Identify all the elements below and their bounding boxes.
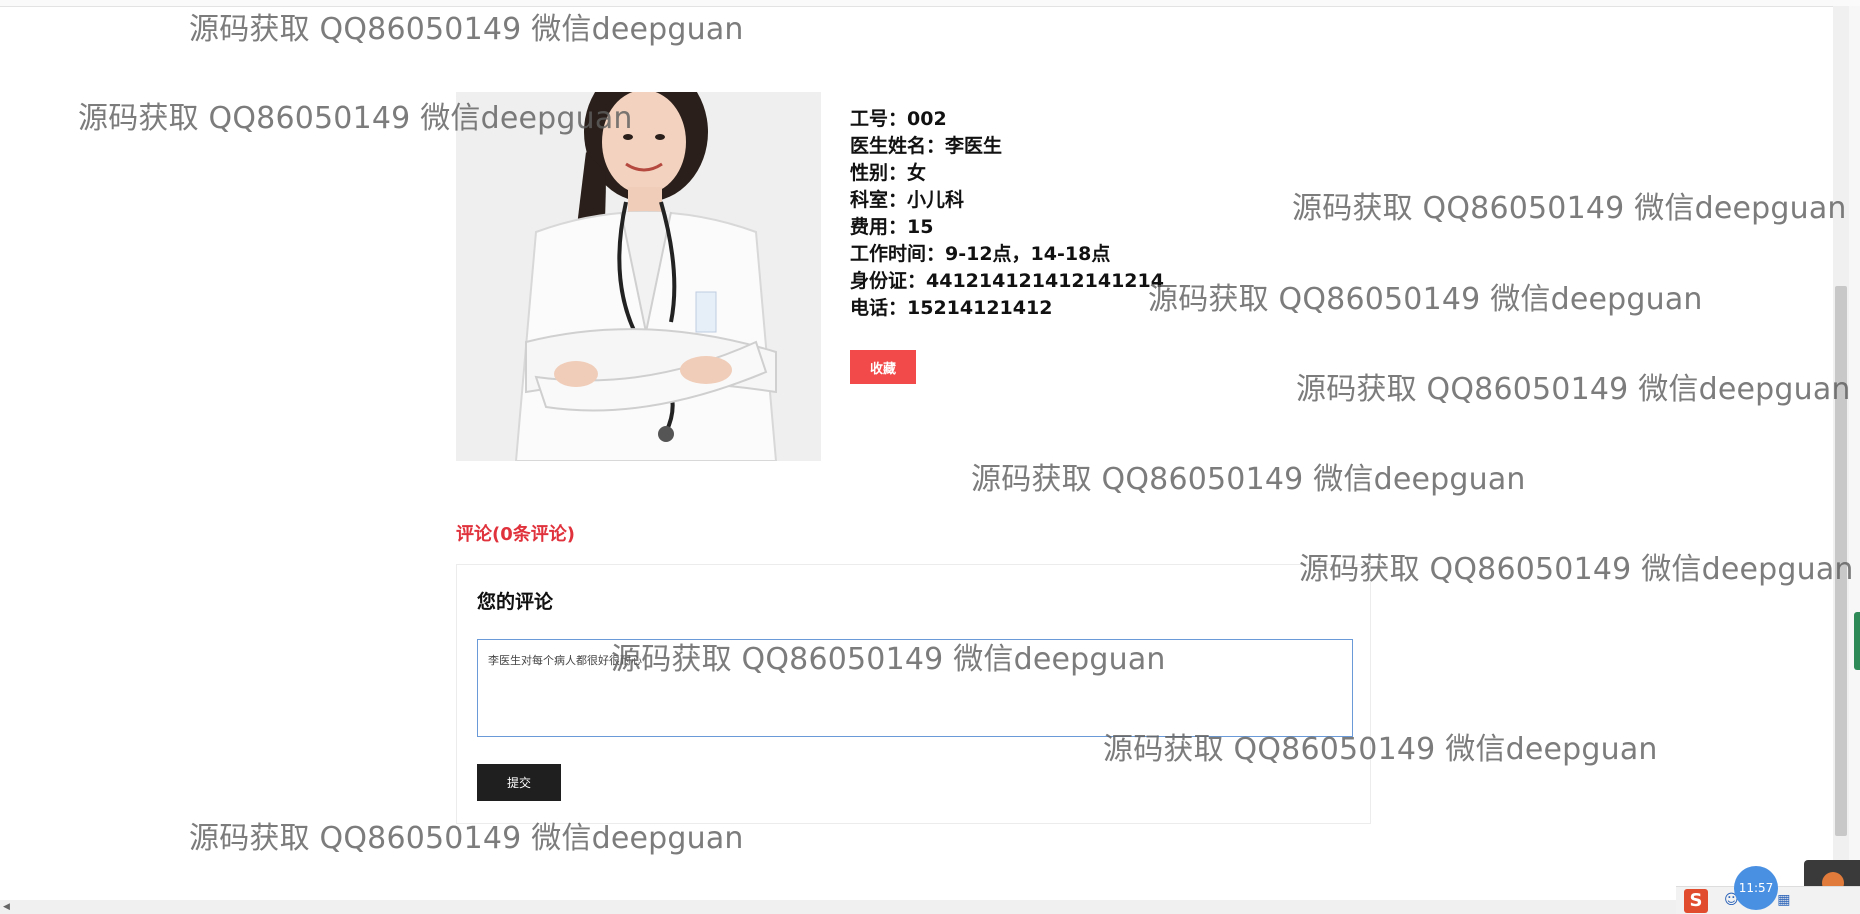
watermark: 源码获取 QQ86050149 微信deepguan [1148,282,1703,317]
watermark: 源码获取 QQ86050149 微信deepguan [1296,372,1851,407]
doctor-id-card: 身份证：441214121412141214 [850,270,1164,292]
doctor-name: 医生姓名：李医生 [850,135,1003,157]
vertical-scrollbar-thumb[interactable] [1835,286,1847,836]
comment-heading: 您的评论 [477,591,554,613]
sogou-icon[interactable]: S [1684,889,1708,913]
watermark: 源码获取 QQ86050149 微信deepguan [971,462,1526,497]
comments-title: 评论(0条评论) [456,524,575,545]
top-border [0,0,1860,7]
doctor-phone: 电话：15214121412 [850,297,1053,319]
doctor-work-hours: 工作时间：9-12点，14-18点 [850,243,1111,265]
watermark: 源码获取 QQ86050149 微信deepguan [1299,552,1854,587]
clock-bubble[interactable]: 11:57 [1734,866,1778,910]
comment-form: 您的评论 提交 [456,564,1371,824]
doctor-photo [456,92,821,461]
scroll-left-icon[interactable]: ◀ [3,900,10,914]
vertical-scrollbar[interactable] [1833,6,1849,896]
favorite-button[interactable]: 收藏 [850,350,916,384]
doctor-info: 工号：002 医生姓名：李医生 性别：女 科室：小儿科 费用：15 工作时间：9… [850,106,1164,322]
doctor-photo-illustration [456,92,821,461]
doctor-department: 科室：小儿科 [850,189,965,211]
side-tab[interactable] [1854,612,1860,670]
submit-button[interactable]: 提交 [477,764,561,801]
doctor-id: 工号：002 [850,108,947,130]
right-edge [1849,6,1860,906]
doctor-fee: 费用：15 [850,216,934,238]
watermark: 源码获取 QQ86050149 微信deepguan [1292,191,1847,226]
horizontal-scrollbar[interactable]: ◀ [0,900,1833,914]
doctor-gender: 性别：女 [850,162,927,184]
watermark: 源码获取 QQ86050149 微信deepguan [189,12,744,47]
comment-input[interactable] [477,639,1353,737]
